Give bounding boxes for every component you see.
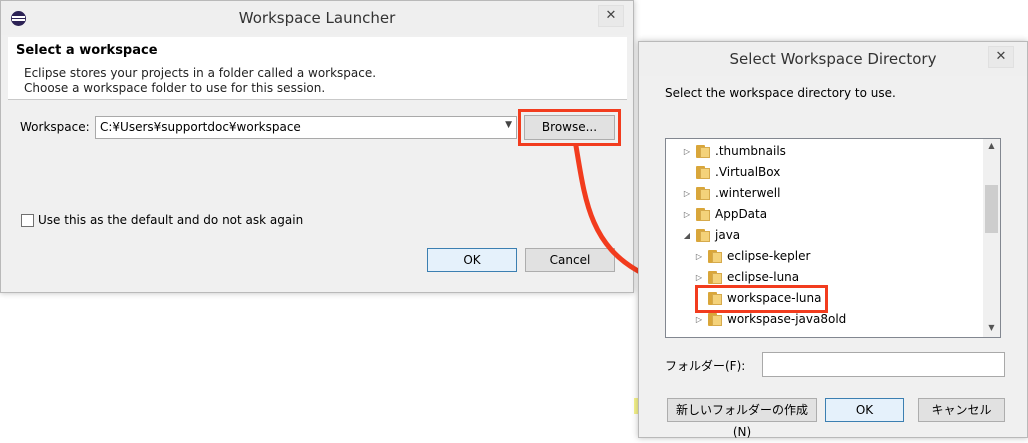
expand-arrow-icon[interactable]: ▷: [682, 204, 692, 225]
new-folder-button[interactable]: 新しいフォルダーの作成(N): [667, 398, 817, 439]
folder-icon: [708, 250, 722, 263]
tree-item[interactable]: .VirtualBox: [666, 162, 984, 183]
scroll-up-icon[interactable]: ▲: [983, 141, 1000, 150]
tree-item-label: .VirtualBox: [715, 165, 781, 179]
expand-arrow-icon[interactable]: ▷: [694, 246, 704, 267]
tree-item[interactable]: ▷ eclipse-kepler: [666, 246, 984, 267]
tree-item-label: .winterwell: [715, 186, 781, 200]
header-desc-line2: Choose a workspace folder to use for thi…: [24, 81, 326, 95]
folder-icon: [696, 145, 710, 158]
folder-icon: [708, 313, 722, 326]
header-desc-line1: Eclipse stores your projects in a folder…: [24, 66, 377, 80]
workspace-luna-highlight-box: [695, 285, 828, 313]
tree-item[interactable]: ◢ java: [666, 225, 984, 246]
expand-arrow-icon[interactable]: ▷: [682, 183, 692, 204]
workspace-combo-value: C:¥Users¥supportdoc¥workspace: [100, 120, 301, 134]
directory-title: Select Workspace Directory: [729, 50, 937, 68]
tree-item-label: .thumbnails: [715, 144, 786, 158]
scroll-down-icon[interactable]: ▼: [983, 323, 1000, 332]
tree-item[interactable]: ▷ .winterwell: [666, 183, 984, 204]
folder-icon: [696, 208, 710, 221]
select-directory-window: Select Workspace Directory ✕ Select the …: [638, 41, 1028, 439]
default-checkbox-label: Use this as the default and do not ask a…: [38, 213, 304, 227]
scroll-thumb[interactable]: [985, 185, 998, 233]
workspace-combo[interactable]: C:¥Users¥supportdoc¥workspace ▼: [95, 116, 517, 139]
chevron-down-icon[interactable]: ▼: [505, 120, 512, 130]
launcher-header: Select a workspace Eclipse stores your p…: [8, 37, 627, 100]
workspace-launcher-window: Workspace Launcher ✕ Select a workspace …: [0, 0, 634, 293]
folder-icon: [696, 166, 710, 179]
directory-instruction: Select the workspace directory to use.: [665, 86, 896, 100]
expanded-arrow-icon[interactable]: ◢: [682, 225, 692, 246]
folder-input[interactable]: [762, 352, 1005, 377]
ok-button[interactable]: OK: [427, 248, 517, 272]
folder-icon: [696, 187, 710, 200]
directory-titlebar[interactable]: Select Workspace Directory ✕: [639, 42, 1027, 76]
directory-close-icon[interactable]: ✕: [988, 46, 1014, 68]
tree-item[interactable]: ▷ AppData: [666, 204, 984, 225]
cancel-button[interactable]: Cancel: [525, 248, 615, 272]
launcher-title: Workspace Launcher: [238, 9, 396, 27]
tree-item-label: AppData: [715, 207, 768, 221]
tree-item-label: java: [715, 228, 741, 242]
folder-icon: [696, 229, 710, 242]
header-description: Eclipse stores your projects in a folder…: [24, 66, 376, 96]
directory-cancel-button[interactable]: キャンセル: [918, 398, 1005, 422]
launcher-titlebar[interactable]: Workspace Launcher ✕: [1, 1, 633, 35]
tree-item[interactable]: ▷ .thumbnails: [666, 141, 984, 162]
default-checkbox[interactable]: [21, 214, 34, 227]
directory-ok-button[interactable]: OK: [825, 398, 904, 422]
folder-label: フォルダー(F):: [665, 359, 746, 373]
launcher-close-icon[interactable]: ✕: [598, 5, 624, 27]
browse-highlight-box: [518, 109, 621, 146]
expand-arrow-icon[interactable]: ▷: [682, 141, 692, 162]
folder-icon: [708, 271, 722, 284]
tree-scrollbar[interactable]: ▲ ▼: [983, 139, 1000, 337]
tree-item-label: eclipse-kepler: [727, 249, 811, 263]
header-title: Select a workspace: [16, 43, 158, 58]
workspace-label: Workspace:: [20, 120, 90, 134]
